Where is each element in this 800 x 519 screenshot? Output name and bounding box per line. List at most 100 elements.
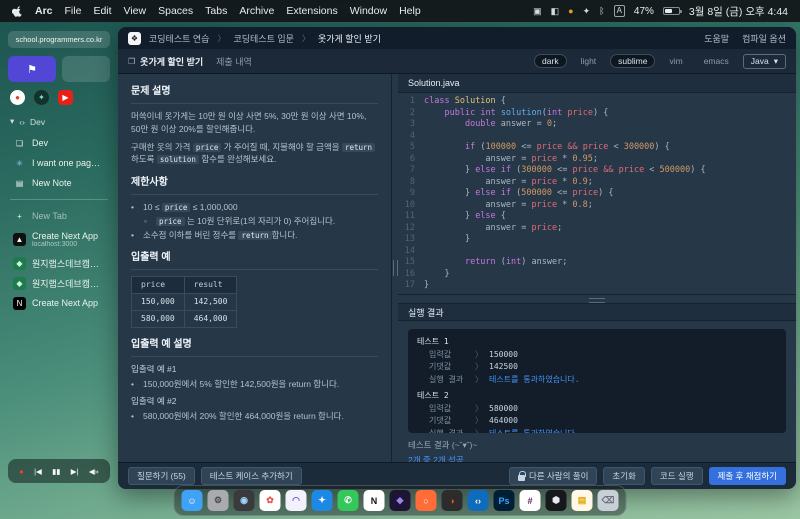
breadcrumb-item[interactable]: 옷가게 할인 받기 bbox=[318, 32, 381, 45]
folder-icon: ❏ bbox=[13, 137, 26, 150]
dock-icon-obsidian[interactable]: ◆ bbox=[390, 490, 411, 511]
theme-option-light[interactable]: light bbox=[574, 55, 604, 67]
bootcamp-icon: ◆ bbox=[13, 277, 26, 290]
dock-icon-settings[interactable]: ⚙ bbox=[208, 490, 229, 511]
sidebar-item-new-note[interactable]: ▤New Note bbox=[8, 173, 110, 193]
run-code-button[interactable]: 코드 실행 bbox=[651, 467, 703, 485]
dock-icon-finder[interactable]: ☺ bbox=[182, 490, 203, 511]
note-icon: ▤ bbox=[13, 177, 26, 190]
menu-item-spaces[interactable]: Spaces bbox=[158, 5, 193, 17]
dock-icon-photo-booth[interactable]: ◉ bbox=[234, 490, 255, 511]
dock-icon-facetime[interactable]: ✆ bbox=[338, 490, 359, 511]
previous-button[interactable]: |◀ bbox=[34, 467, 42, 476]
dock-icon-notion[interactable]: N bbox=[364, 490, 385, 511]
menu-item-view[interactable]: View bbox=[124, 5, 147, 17]
constraint-item: ◦price 는 10원 단위로(1의 자리가 0) 주어집니다. bbox=[144, 215, 378, 228]
menu-item-help[interactable]: Help bbox=[399, 5, 421, 17]
dock-icon-notes[interactable]: ▤ bbox=[572, 490, 593, 511]
menubar-status: ▣◧●✦ᛒA47%3월 8일 (금) 오후 4:44 bbox=[533, 4, 788, 19]
pinned-youtube[interactable]: ▶ bbox=[58, 90, 73, 105]
space-header[interactable]: ▾‹›Dev bbox=[10, 116, 108, 127]
line-number: 14 bbox=[398, 246, 424, 258]
screen-mirroring-icon[interactable]: ◧ bbox=[551, 6, 560, 17]
dock-icon-figma[interactable]: ◑ bbox=[442, 490, 463, 511]
pause-button[interactable]: ▮▮ bbox=[52, 467, 60, 476]
theme-option-dark[interactable]: dark bbox=[534, 54, 567, 68]
desktop: Arc File Edit View Spaces Tabs Archive Extensio… bbox=[0, 0, 800, 519]
breadcrumb-item[interactable]: 코딩테스트 입문 bbox=[233, 32, 293, 45]
menubar-clock[interactable]: 3월 8일 (금) 오후 4:44 bbox=[689, 4, 788, 19]
sidebar-item-bootcamp-1[interactable]: ◆원지랩스데브캠프_존혁수현… bbox=[8, 253, 110, 273]
keymap-option-emacs[interactable]: emacs bbox=[697, 55, 736, 67]
dock-icon-slack[interactable]: # bbox=[520, 490, 541, 511]
submit-button[interactable]: 제출 후 채점하기 bbox=[709, 467, 786, 485]
volume-button[interactable]: ◀» bbox=[89, 467, 99, 476]
line-number: 7 bbox=[398, 165, 424, 177]
sidebar-item-next-app-2[interactable]: NCreate Next App bbox=[8, 293, 110, 313]
menu-item-window[interactable]: Window bbox=[350, 5, 387, 17]
bluetooth-icon[interactable]: ᛒ bbox=[599, 6, 604, 16]
result-value: 464000 bbox=[489, 415, 518, 428]
line-number: 17 bbox=[398, 280, 424, 292]
keyboard-input-icon[interactable]: A bbox=[614, 5, 625, 17]
pinned-app-red[interactable]: ● bbox=[10, 90, 25, 105]
editor-results-resizer[interactable] bbox=[398, 294, 796, 303]
language-select[interactable]: Java ▾ bbox=[743, 54, 786, 69]
dock-icon-photoshop[interactable]: Ps bbox=[494, 490, 515, 511]
dock-icon-arc[interactable]: ◠ bbox=[286, 490, 307, 511]
next-button[interactable]: ▶| bbox=[71, 467, 79, 476]
record-button[interactable]: ● bbox=[19, 467, 24, 476]
menu-item-file[interactable]: File bbox=[65, 5, 82, 17]
sidebar-item-bootcamp-2[interactable]: ◆원지랩스데브캠프_존혁수현… bbox=[8, 273, 110, 293]
inline-code: solution bbox=[157, 155, 199, 164]
others-solutions-button[interactable]: 다른 사람의 풀이 bbox=[509, 467, 597, 485]
tab-problem[interactable]: ❐ 옷가게 할인 받기 bbox=[128, 55, 203, 68]
reset-button[interactable]: 초기화 bbox=[603, 467, 644, 485]
code-editor[interactable]: 1class Solution {2 public int solution(i… bbox=[398, 93, 796, 294]
sidebar-item-page-note[interactable]: ✳I want one page boar... bbox=[8, 153, 110, 173]
question-button[interactable]: 질문하기 (55) bbox=[128, 467, 195, 485]
line-number: 6 bbox=[398, 154, 424, 166]
favorite-programmers[interactable]: ⚑ bbox=[8, 56, 56, 82]
dock-icon-safari[interactable]: ✦ bbox=[312, 490, 333, 511]
dock-icon-vscode[interactable]: ‹› bbox=[468, 490, 489, 511]
mic-indicator-icon[interactable]: ● bbox=[568, 6, 573, 16]
line-number: 9 bbox=[398, 188, 424, 200]
dock-icon-trash[interactable]: ⌫ bbox=[598, 490, 619, 511]
help-link[interactable]: 도움말 bbox=[704, 32, 729, 45]
breadcrumb-item[interactable]: 코딩테스트 연습 bbox=[149, 32, 209, 45]
menu-item-arc[interactable]: Arc bbox=[35, 5, 53, 17]
dock-icon-photos[interactable]: ✿ bbox=[260, 490, 281, 511]
shortcuts-icon[interactable]: ✦ bbox=[583, 6, 591, 17]
menu-item-archive[interactable]: Archive bbox=[239, 5, 274, 17]
compile-options-link[interactable]: 컴파일 옵션 bbox=[742, 32, 786, 45]
apple-menu-icon[interactable] bbox=[12, 5, 23, 18]
programmers-logo[interactable]: ❖ bbox=[128, 32, 141, 45]
io-cell: 142,500 bbox=[184, 294, 237, 311]
display-icon[interactable]: ▣ bbox=[533, 6, 542, 17]
dock-icon-github[interactable]: ⬢ bbox=[546, 490, 567, 511]
keymap-option-sublime[interactable]: sublime bbox=[610, 54, 655, 68]
result-label: 입력값 bbox=[429, 349, 469, 362]
add-testcase-button[interactable]: 테스트 케이스 추가하기 bbox=[201, 467, 302, 485]
address-bar[interactable]: school.programmers.co.kr bbox=[8, 31, 110, 48]
result-separator: 〉 bbox=[475, 403, 483, 416]
sidebar-item-new-tab[interactable]: +New Tab bbox=[8, 206, 110, 226]
pinned-app-dark[interactable]: ✦ bbox=[34, 90, 49, 105]
code-line: 14 bbox=[398, 246, 796, 258]
code-line: 4 bbox=[398, 131, 796, 143]
sidebar-item-dev-folder[interactable]: ❏Dev bbox=[8, 133, 110, 153]
sidebar-item-next-app[interactable]: ▲Create Next Applocalhost:3000 bbox=[8, 226, 110, 253]
menu-item-edit[interactable]: Edit bbox=[93, 5, 111, 17]
tab-submissions[interactable]: 제출 내역 bbox=[216, 55, 252, 68]
sidebar-item-label: Create Next App bbox=[32, 231, 98, 241]
menu-item-tabs[interactable]: Tabs bbox=[205, 5, 227, 17]
dock-icon-postman[interactable]: ○ bbox=[416, 490, 437, 511]
example-subtitle: 입출력 예 #2 bbox=[131, 395, 378, 408]
favorite-empty[interactable] bbox=[62, 56, 110, 82]
inline-code: price bbox=[162, 203, 191, 212]
menu-item-extensions[interactable]: Extensions bbox=[286, 5, 337, 17]
keymap-option-vim[interactable]: vim bbox=[662, 55, 689, 67]
result-separator: 〉 bbox=[475, 428, 483, 434]
panel-resizer[interactable] bbox=[392, 74, 398, 462]
